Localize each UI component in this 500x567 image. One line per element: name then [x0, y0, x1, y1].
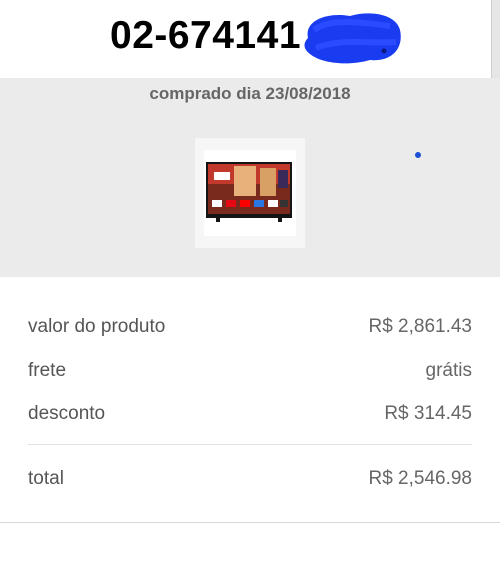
summary-row-product-value: valor do produto R$ 2,861.43: [28, 312, 472, 342]
carousel-indicator[interactable]: [415, 152, 421, 158]
product-thumbnail[interactable]: [195, 138, 305, 248]
total-value: R$ 2,546.98: [368, 468, 472, 489]
summary-label: desconto: [28, 403, 106, 424]
section-divider: [0, 522, 500, 523]
summary-value: R$ 2,861.43: [368, 316, 472, 337]
summary-label: valor do produto: [28, 316, 166, 337]
summary-row-shipping: frete grátis: [28, 356, 472, 386]
summary-value: grátis: [425, 360, 472, 381]
smart-tv-icon: [204, 150, 296, 236]
total-label: total: [28, 468, 64, 489]
summary-value: R$ 314.45: [384, 403, 472, 424]
purchase-date: comprado dia 23/08/2018: [149, 84, 351, 103]
summary-divider: [28, 444, 472, 445]
redaction-scribble: [304, 13, 401, 64]
summary-label: frete: [28, 360, 67, 381]
summary-row-discount: desconto R$ 314.45: [28, 399, 472, 429]
order-number: 02-674141: [110, 14, 302, 57]
summary-row-total: total R$ 2,546.98: [28, 464, 472, 494]
